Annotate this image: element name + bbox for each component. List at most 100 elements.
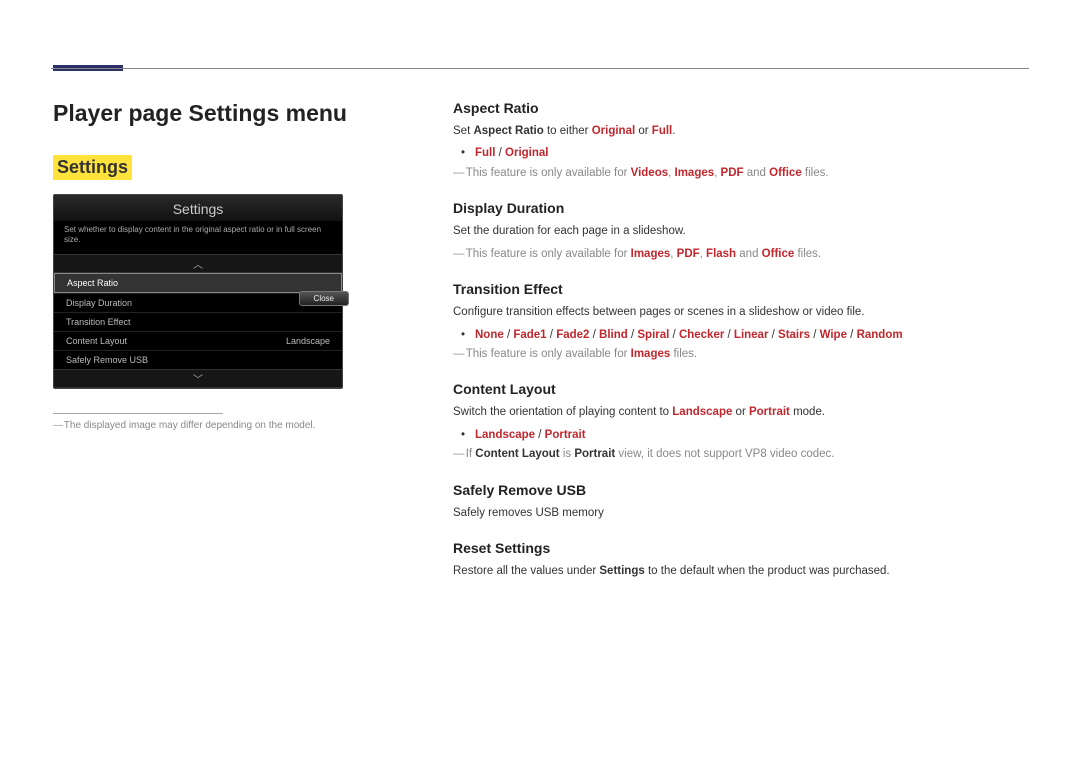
transition-effect-note: This feature is only available for Image…	[453, 345, 1023, 363]
right-column: Aspect Ratio Set Aspect Ratio to either …	[453, 100, 1023, 585]
text: .	[672, 125, 675, 137]
text: Set	[453, 125, 473, 137]
option-spiral: Spiral	[637, 329, 669, 341]
option-fade1: Fade1	[513, 329, 546, 341]
aspect-ratio-note: This feature is only available for Video…	[453, 164, 1023, 182]
text: files.	[670, 348, 697, 360]
text: is	[560, 448, 575, 460]
content-layout-desc: Switch the orientation of playing conten…	[453, 403, 1023, 421]
separator: /	[535, 429, 545, 441]
text: If	[466, 448, 476, 460]
aspect-ratio-heading: Aspect Ratio	[453, 100, 1023, 116]
chevron-up-icon: ︿	[54, 254, 342, 273]
reset-settings-desc: Restore all the values under Settings to…	[453, 562, 1023, 580]
settings-row-value: Landscape	[286, 336, 330, 346]
option-full: Full	[475, 147, 495, 159]
text: view, it does not support VP8 video code…	[615, 448, 834, 460]
text: to either	[544, 125, 592, 137]
text: or	[635, 125, 652, 137]
text: to the default when the product was purc…	[645, 565, 890, 577]
settings-panel-title: Settings	[54, 195, 342, 221]
option-original: Original	[505, 147, 548, 159]
term-portrait: Portrait	[574, 448, 615, 460]
text: files.	[802, 167, 829, 179]
text: files.	[794, 248, 821, 260]
term-pdf: PDF	[721, 167, 744, 179]
separator: /	[504, 329, 514, 341]
display-duration-note: This feature is only available for Image…	[453, 245, 1023, 263]
content-layout-options-bullet: Landscape / Portrait	[453, 426, 1023, 446]
term-landscape: Landscape	[672, 406, 732, 418]
option-wipe: Wipe	[820, 329, 847, 341]
page-title: Player page Settings menu	[53, 100, 363, 127]
option-stairs: Stairs	[778, 329, 810, 341]
safely-remove-usb-desc: Safely removes USB memory	[453, 504, 1023, 522]
term-pdf: PDF	[677, 248, 700, 260]
settings-panel-hint: Set whether to display content in the or…	[54, 221, 342, 254]
reset-settings-heading: Reset Settings	[453, 540, 1023, 556]
text: and	[736, 248, 762, 260]
separator: /	[547, 329, 557, 341]
aspect-ratio-desc: Set Aspect Ratio to either Original or F…	[453, 122, 1023, 140]
display-duration-heading: Display Duration	[453, 200, 1023, 216]
safely-remove-usb-heading: Safely Remove USB	[453, 482, 1023, 498]
option-linear: Linear	[734, 329, 769, 341]
image-disclaimer-note: The displayed image may differ depending…	[53, 420, 363, 431]
separator: /	[589, 329, 599, 341]
term-videos: Videos	[631, 167, 669, 179]
chevron-down-icon: ﹀	[54, 369, 342, 388]
term-original: Original	[592, 125, 635, 137]
settings-panel: Settings Set whether to display content …	[53, 194, 343, 389]
option-portrait: Portrait	[545, 429, 586, 441]
transition-effect-options-bullet: None / Fade1 / Fade2 / Blind / Spiral / …	[453, 326, 1023, 346]
term-flash: Flash	[706, 248, 736, 260]
aspect-ratio-options-bullet: Full / Original	[453, 144, 1023, 164]
display-duration-desc: Set the duration for each page in a slid…	[453, 222, 1023, 240]
term-images: Images	[675, 167, 715, 179]
settings-row-label: Content Layout	[66, 336, 127, 346]
term-full: Full	[652, 125, 672, 137]
settings-row-safely-remove-usb: Safely Remove USB	[54, 350, 342, 369]
footnote-rule	[53, 413, 223, 414]
term-content-layout: Content Layout	[475, 448, 559, 460]
settings-row-aspect-ratio: Aspect Ratio	[54, 273, 342, 293]
text: mode.	[790, 406, 825, 418]
close-button: Close	[299, 291, 349, 306]
term-images: Images	[631, 248, 671, 260]
settings-row-content-layout: Content Layout Landscape	[54, 331, 342, 350]
settings-row-label: Transition Effect	[66, 317, 131, 327]
option-checker: Checker	[679, 329, 724, 341]
term-portrait: Portrait	[749, 406, 790, 418]
settings-row-label: Display Duration	[66, 298, 132, 308]
text: Switch the orientation of playing conten…	[453, 406, 672, 418]
separator: /	[768, 329, 778, 341]
separator: /	[847, 329, 857, 341]
option-landscape: Landscape	[475, 429, 535, 441]
settings-row-label: Aspect Ratio	[67, 278, 118, 288]
term-office: Office	[762, 248, 795, 260]
term-aspect-ratio: Aspect Ratio	[473, 125, 543, 137]
option-fade2: Fade2	[556, 329, 589, 341]
transition-effect-desc: Configure transition effects between pag…	[453, 303, 1023, 321]
transition-effect-heading: Transition Effect	[453, 281, 1023, 297]
option-random: Random	[857, 329, 903, 341]
option-none: None	[475, 329, 504, 341]
left-column: Player page Settings menu Settings Setti…	[53, 100, 363, 431]
section-name-highlight: Settings	[53, 155, 132, 180]
header-rule	[51, 68, 1029, 69]
term-images: Images	[631, 348, 671, 360]
text: and	[744, 167, 770, 179]
text: This feature is only available for	[466, 348, 631, 360]
separator: /	[628, 329, 638, 341]
settings-panel-image: Settings Set whether to display content …	[53, 194, 363, 389]
content-layout-note: If Content Layout is Portrait view, it d…	[453, 445, 1023, 463]
text: Restore all the values under	[453, 565, 599, 577]
separator: /	[495, 147, 505, 159]
separator: /	[810, 329, 820, 341]
separator: /	[669, 329, 679, 341]
term-office: Office	[769, 167, 802, 179]
text: This feature is only available for	[466, 167, 631, 179]
text: This feature is only available for	[466, 248, 631, 260]
content-layout-heading: Content Layout	[453, 381, 1023, 397]
separator: /	[724, 329, 734, 341]
